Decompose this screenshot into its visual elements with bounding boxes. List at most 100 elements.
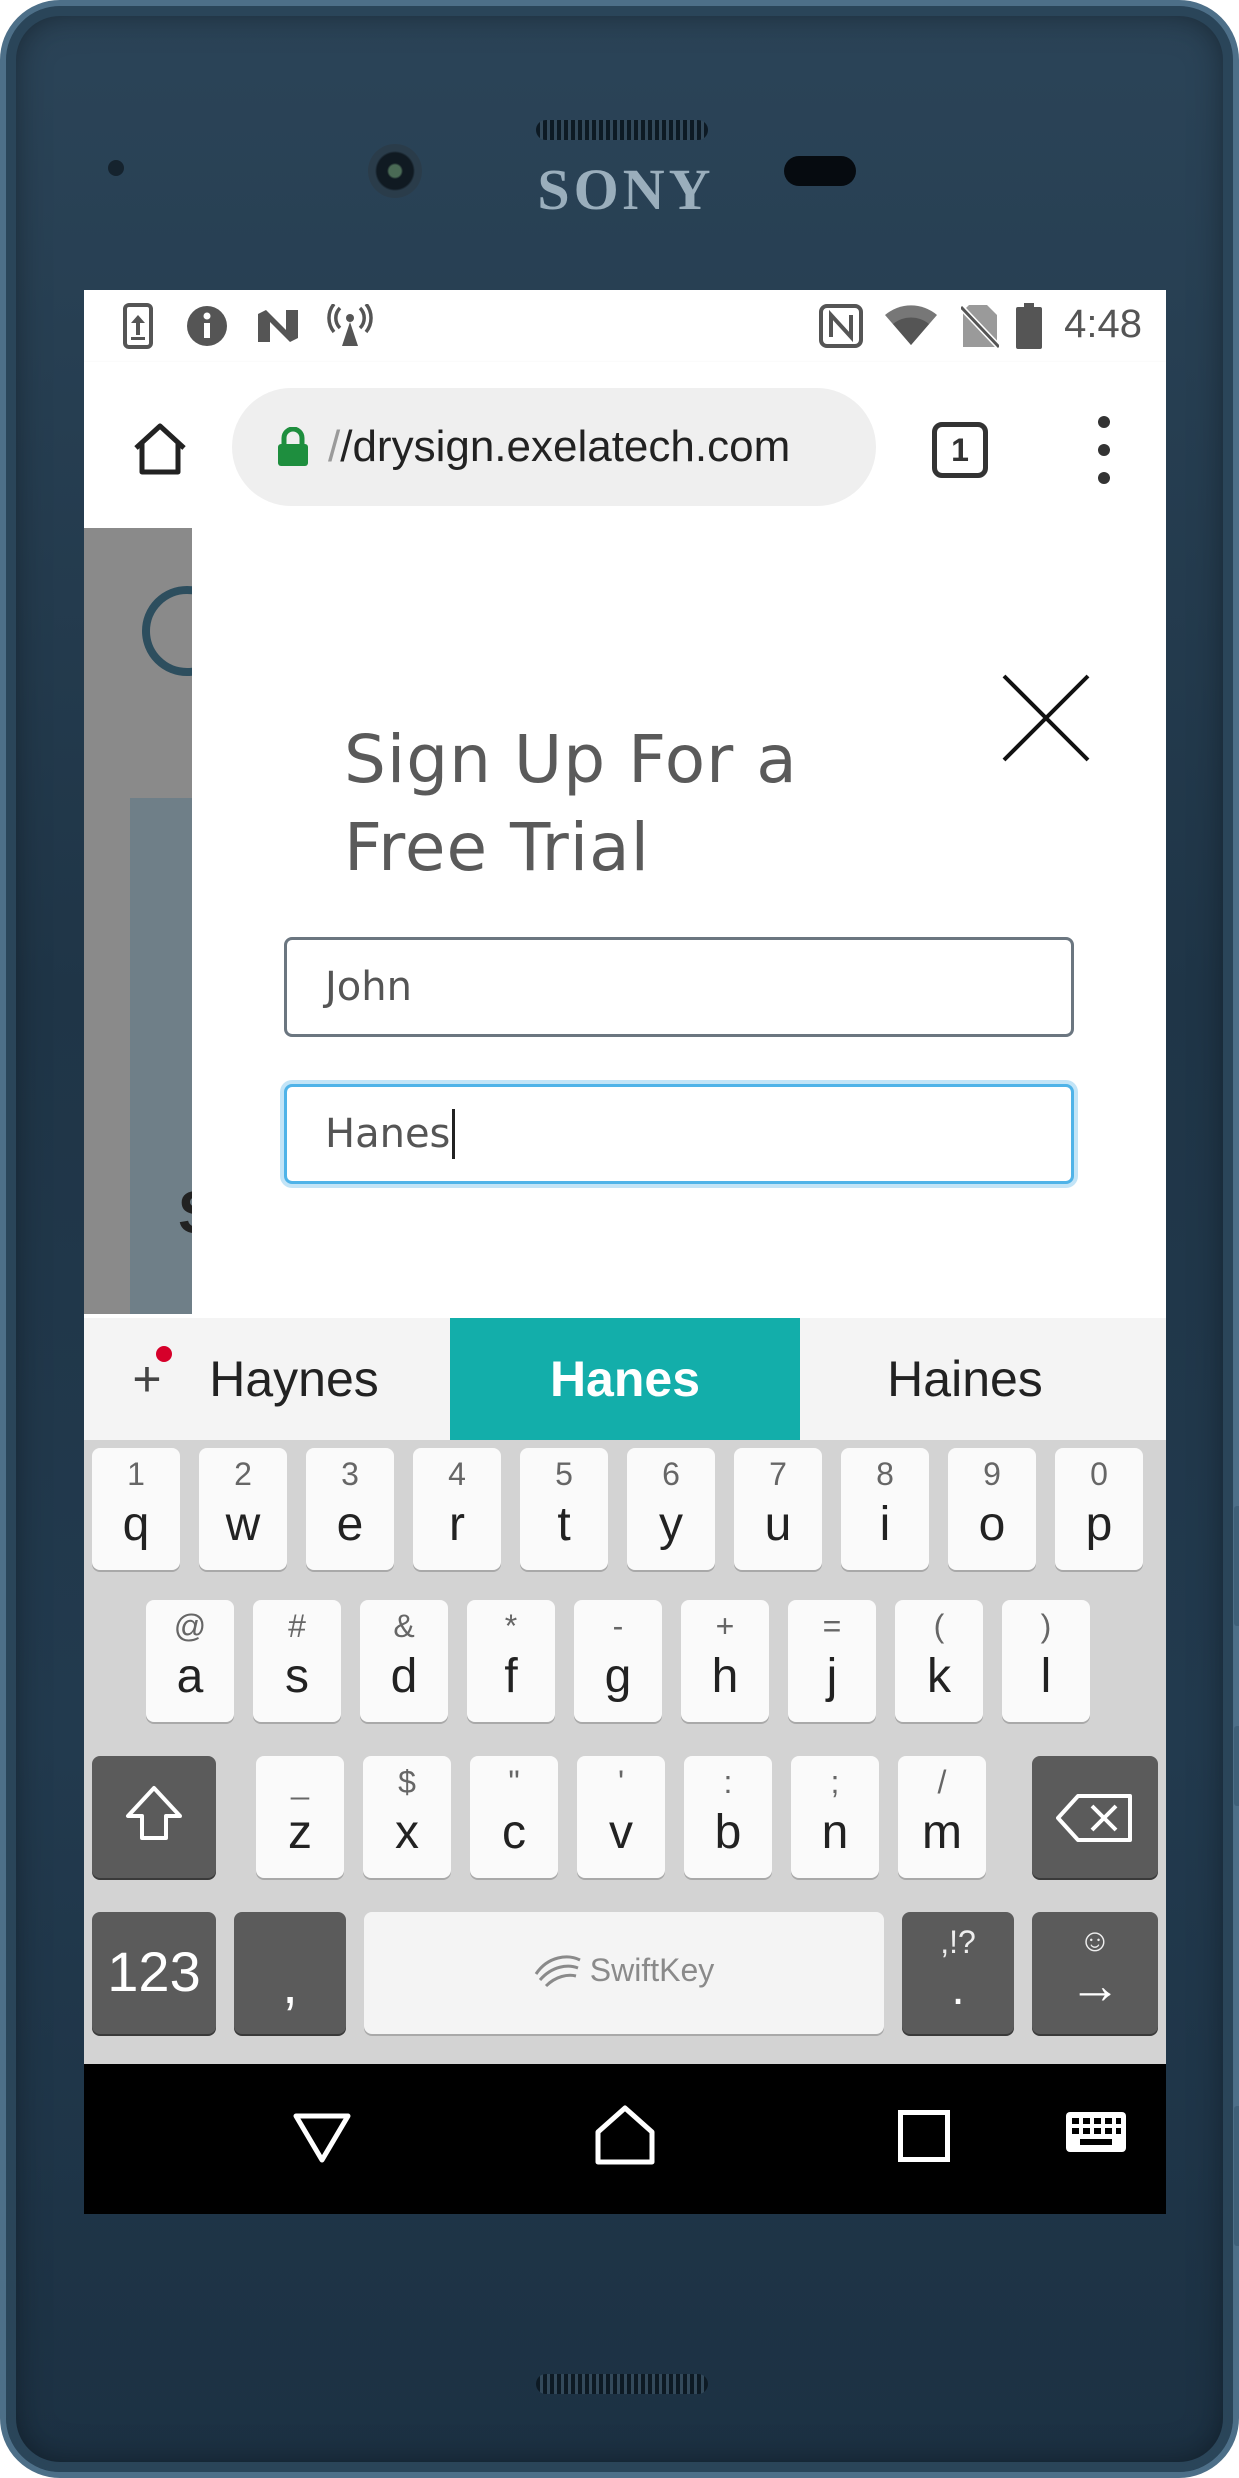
url-bar[interactable]: //drysign.exelatech.com [232, 388, 876, 506]
browser-home-button[interactable] [124, 412, 196, 484]
close-modal-button[interactable] [1000, 672, 1092, 764]
no-sim-icon [958, 300, 1002, 352]
key-label: c [502, 1806, 526, 1859]
key-h[interactable]: + h [681, 1600, 769, 1722]
key-l[interactable]: ) l [1002, 1600, 1090, 1722]
first-name-field[interactable]: John [284, 937, 1074, 1037]
backspace-key[interactable] [1032, 1756, 1158, 1878]
space-bar-label: SwiftKey [589, 1952, 715, 1988]
key-w[interactable]: 2w [199, 1448, 287, 1570]
battery-icon [1014, 300, 1044, 352]
key-secondary-label: 2 [234, 1456, 252, 1492]
numbers-key[interactable]: 123 [92, 1912, 216, 2034]
key-c[interactable]: " c [470, 1756, 558, 1878]
key-x[interactable]: $ x [363, 1756, 451, 1878]
key-secondary-label: 0 [1090, 1456, 1108, 1492]
keyboard-switch-button[interactable] [1064, 2110, 1128, 2156]
key-q[interactable]: 1q [92, 1448, 180, 1570]
last-name-field[interactable]: Hanes [284, 1084, 1074, 1184]
nav-home-button[interactable] [592, 2102, 658, 2168]
url-domain: /drysign.exelatech.com [340, 422, 791, 471]
key-label: x [395, 1806, 419, 1859]
key-label: f [504, 1650, 518, 1703]
light-sensor [784, 156, 856, 186]
key-y[interactable]: 6y [627, 1448, 715, 1570]
key-secondary-label: $ [398, 1764, 416, 1800]
key-s[interactable]: # s [253, 1600, 341, 1722]
key-b[interactable]: :b [684, 1756, 772, 1878]
key-z[interactable]: _ z [256, 1756, 344, 1878]
key-label: k [927, 1650, 951, 1703]
key-a[interactable]: @ a [146, 1600, 234, 1722]
text-cursor [452, 1109, 456, 1159]
key-label: l [1040, 1650, 1052, 1703]
key-m[interactable]: / m [898, 1756, 986, 1878]
phone-frame: SONY 4:48 //drysign.exelatech.com 1 Sign… [0, 0, 1239, 2478]
shift-icon [126, 1786, 182, 1840]
key-f[interactable]: * f [467, 1600, 555, 1722]
modal-title-line2: Free Trial [344, 809, 650, 886]
key-label: m [922, 1806, 962, 1859]
comma-key-label: , [282, 1952, 298, 2015]
key-secondary-label: ' [617, 1764, 625, 1800]
key-label: j [826, 1650, 838, 1703]
key-u[interactable]: 7u [734, 1448, 822, 1570]
key-o[interactable]: 9o [948, 1448, 1036, 1570]
emoji-icon: ☺ [1078, 1922, 1112, 1958]
key-n[interactable]: ; n [791, 1756, 879, 1878]
key-secondary-label: " [508, 1764, 520, 1800]
modal-title-line1: Sign Up For a [344, 721, 798, 798]
key-secondary-label: ( [933, 1608, 945, 1644]
space-bar-branding: SwiftKey [364, 1952, 884, 1989]
nav-back-button[interactable] [290, 2104, 354, 2168]
comma-key[interactable]: , [234, 1912, 346, 2034]
key-label: q [122, 1498, 150, 1551]
period-key[interactable]: ,!? . [902, 1912, 1014, 2034]
tab-switcher-button[interactable]: 1 [932, 422, 988, 478]
key-secondary-label: ; [830, 1764, 840, 1800]
key-t[interactable]: 5t [520, 1448, 608, 1570]
key-secondary-label: 6 [662, 1456, 680, 1492]
key-secondary-label: : [723, 1764, 733, 1800]
key-d[interactable]: & d [360, 1600, 448, 1722]
status-bar: 4:48 [84, 290, 1166, 362]
key-r[interactable]: 4r [413, 1448, 501, 1570]
earpiece-speaker [536, 120, 708, 140]
key-label: r [449, 1498, 465, 1551]
suggestion-haynes[interactable]: Haynes [194, 1318, 394, 1440]
suggestion-hanes[interactable]: Hanes [450, 1318, 800, 1440]
key-secondary-label: 4 [448, 1456, 466, 1492]
key-label: i [879, 1498, 891, 1551]
key-secondary-label: 9 [983, 1456, 1001, 1492]
shift-key[interactable] [92, 1756, 216, 1878]
key-secondary-label: # [288, 1608, 306, 1644]
key-label: p [1085, 1498, 1113, 1551]
key-label: o [978, 1498, 1006, 1551]
key-secondary-label: * [504, 1608, 518, 1644]
space-bar[interactable]: SwiftKey [364, 1912, 884, 2034]
background-text-fragment: S [178, 1178, 192, 1247]
period-key-label: . [951, 1962, 965, 2015]
suggestion-haines[interactable]: Haines [830, 1318, 1100, 1440]
key-label: z [288, 1806, 312, 1859]
key-p[interactable]: 0p [1055, 1448, 1143, 1570]
power-button [1234, 1726, 1239, 1806]
key-j[interactable]: = j [788, 1600, 876, 1722]
key-e[interactable]: 3e [306, 1448, 394, 1570]
key-v[interactable]: ' v [577, 1756, 665, 1878]
signup-modal: Sign Up For a Free Trial John Hanes [192, 528, 1166, 1314]
key-label: s [285, 1650, 309, 1703]
key-label: w [225, 1498, 261, 1551]
key-secondary-label: & [393, 1608, 415, 1644]
back-icon [293, 2113, 351, 2163]
enter-key[interactable]: ☺ → [1032, 1912, 1158, 2034]
close-icon [1002, 674, 1090, 762]
url-scheme-fragment: / [328, 422, 341, 471]
key-g[interactable]: -g [574, 1600, 662, 1722]
key-k[interactable]: (k [895, 1600, 983, 1722]
nav-recents-button[interactable] [898, 2110, 950, 2162]
browser-menu-button[interactable] [1084, 410, 1124, 490]
key-label: g [604, 1650, 632, 1703]
numbers-key-label: 123 [107, 1940, 201, 2003]
key-i[interactable]: 8i [841, 1448, 929, 1570]
